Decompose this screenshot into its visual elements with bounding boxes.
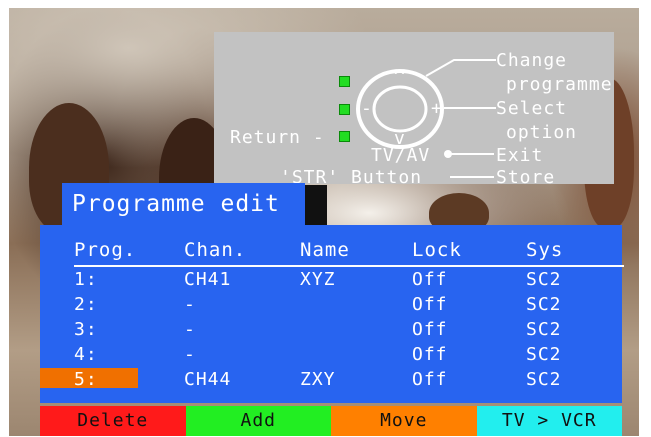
row-4-prog[interactable]: 4: — [74, 344, 98, 365]
column-header-sys: Sys — [526, 239, 564, 261]
row-1-prog[interactable]: 1: — [74, 269, 98, 290]
row-3-chan: - — [184, 319, 196, 340]
header-divider — [74, 265, 624, 267]
row-2-sys: SC2 — [526, 294, 562, 315]
row-2-lock: Off — [412, 294, 448, 315]
row-4-sys: SC2 — [526, 344, 562, 365]
column-header-prog: Prog. — [74, 239, 137, 261]
row-3-prog[interactable]: 3: — [74, 319, 98, 340]
column-header-lock: Lock — [412, 239, 462, 261]
remote-guide-panel: ^ v - + Change programme Select option R… — [214, 32, 614, 188]
tv-screen: ^ v - + Change programme Select option R… — [9, 8, 639, 436]
row-5-prog[interactable]: 5: — [74, 369, 98, 390]
row-1-lock: Off — [412, 269, 448, 290]
column-header-chan: Chan. — [184, 239, 247, 261]
guide-pointer-lines — [425, 59, 496, 178]
page-title: Programme edit — [62, 183, 305, 226]
tv-vcr-button[interactable]: TV > VCR — [476, 406, 622, 436]
row-5-chan: CH44 — [184, 369, 232, 390]
row-2-chan: - — [184, 294, 196, 315]
row-5-name: ZXY — [300, 369, 336, 390]
column-header-name: Name — [300, 239, 350, 261]
row-4-chan: - — [184, 344, 196, 365]
row-3-sys: SC2 — [526, 319, 562, 340]
add-button[interactable]: Add — [185, 406, 331, 436]
row-4-lock: Off — [412, 344, 448, 365]
row-1-sys: SC2 — [526, 269, 562, 290]
row-1-chan: CH41 — [184, 269, 232, 290]
programme-list-panel: Prog. Chan. Name Lock Sys 1: CH41 XYZ Of… — [40, 225, 624, 403]
move-button[interactable]: Move — [331, 406, 477, 436]
row-2-prog[interactable]: 2: — [74, 294, 98, 315]
row-1-name: XYZ — [300, 269, 336, 290]
delete-button[interactable]: Delete — [40, 406, 186, 436]
function-button-bar: Delete Add Move TV > VCR — [40, 406, 622, 436]
row-5-sys: SC2 — [526, 369, 562, 390]
row-5-lock: Off — [412, 369, 448, 390]
row-3-lock: Off — [412, 319, 448, 340]
